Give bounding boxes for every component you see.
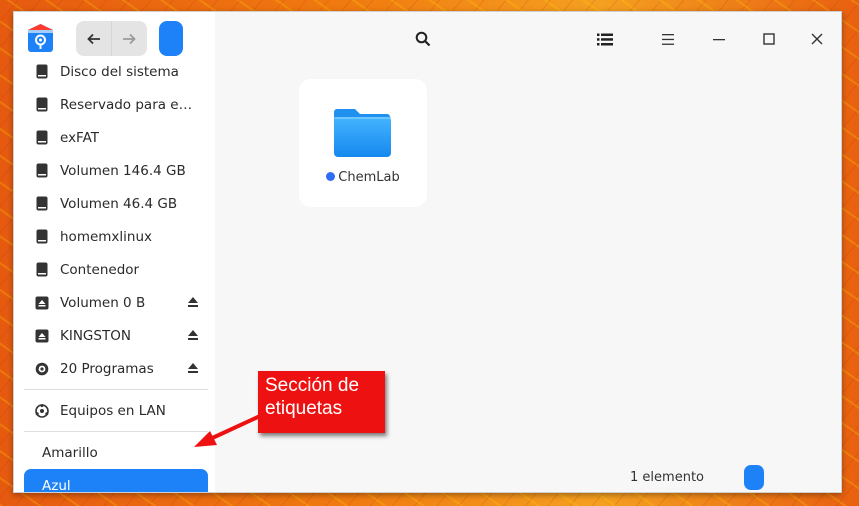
folder-icon <box>333 106 393 158</box>
drive-icon <box>34 196 50 212</box>
arrow-right-icon <box>123 33 136 44</box>
network-icon <box>34 403 50 419</box>
sidebar-item-label: KINGSTON <box>60 327 131 344</box>
sidebar-item-label: Disco del sistema <box>60 63 179 80</box>
sidebar-item-reserved[interactable]: Reservado para el sistema <box>24 88 208 121</box>
sidebar-item-kingston[interactable]: KINGSTON <box>24 319 208 352</box>
search-button[interactable] <box>412 28 434 50</box>
annotation-arrow-icon <box>194 414 261 447</box>
location-button[interactable] <box>159 21 183 56</box>
sidebar-divider <box>24 389 208 390</box>
hamburger-menu-icon <box>662 33 674 45</box>
close-button[interactable] <box>806 28 828 50</box>
close-icon <box>811 33 823 45</box>
file-manager-icon <box>26 22 55 53</box>
sidebar-item-volume-146[interactable]: Volumen 146.4 GB <box>24 154 208 187</box>
sidebar-item-label: Contenedor <box>60 261 140 278</box>
eject-icon[interactable] <box>186 328 200 342</box>
sidebar-item-20-programas[interactable]: 20 Programas <box>24 352 208 385</box>
navigation-buttons <box>76 21 147 56</box>
removable-drive-icon <box>34 328 50 344</box>
sidebar-item-label: Reservado para el sistema <box>60 96 195 113</box>
maximize-icon <box>763 33 775 45</box>
drive-icon <box>34 130 50 146</box>
eject-icon[interactable] <box>186 295 200 309</box>
titlebar <box>14 12 841 64</box>
drive-icon <box>34 163 50 179</box>
back-button[interactable] <box>76 21 111 56</box>
sidebar-divider <box>24 431 208 432</box>
optical-disc-icon <box>34 361 50 377</box>
sidebar-item-homemxlinux[interactable]: homemxlinux <box>24 220 208 253</box>
drive-icon <box>34 262 50 278</box>
removable-drive-icon <box>34 295 50 311</box>
sidebar-list: Disco del sistema Reservado para el sist… <box>24 55 208 493</box>
drive-icon <box>34 229 50 245</box>
tag-dot-icon <box>326 172 336 181</box>
sidebar-tag-azul[interactable]: Azul <box>24 469 208 493</box>
arrow-left-icon <box>86 33 100 44</box>
minimize-icon <box>713 39 725 41</box>
folder-item[interactable]: ChemLab <box>299 79 427 207</box>
drive-icon <box>34 64 50 80</box>
sidebar-tag-label: Amarillo <box>42 444 98 461</box>
sidebar-item-lan[interactable]: Equipos en LAN <box>24 394 208 427</box>
status-text: 1 elemento <box>630 470 704 485</box>
annotation-callout: Sección de etiquetas <box>258 371 385 433</box>
list-view-icon <box>597 33 613 45</box>
menu-button[interactable] <box>657 28 679 50</box>
forward-button[interactable] <box>111 21 146 56</box>
eject-icon[interactable] <box>186 361 200 375</box>
status-indicator <box>744 465 764 490</box>
file-manager-window: Disco del sistema Reservado para el sist… <box>13 11 842 493</box>
sidebar-item-label: Volumen 46.4 GB <box>60 195 178 212</box>
sidebar-tag-label: Azul <box>42 477 71 493</box>
sidebar: Disco del sistema Reservado para el sist… <box>14 12 215 492</box>
folder-name: ChemLab <box>299 170 427 185</box>
sidebar-item-label: Equipos en LAN <box>60 402 166 419</box>
maximize-button[interactable] <box>758 28 780 50</box>
list-view-button[interactable] <box>594 28 616 50</box>
sidebar-item-exfat[interactable]: exFAT <box>24 121 208 154</box>
search-icon <box>415 31 431 47</box>
sidebar-item-volume-0[interactable]: Volumen 0 B <box>24 286 208 319</box>
sidebar-item-label: Volumen 0 B <box>60 294 146 311</box>
minimize-button[interactable] <box>708 28 730 50</box>
folder-name-text: ChemLab <box>338 170 400 185</box>
drive-icon <box>34 97 50 113</box>
sidebar-item-label: 20 Programas <box>60 360 154 377</box>
sidebar-item-label: homemxlinux <box>60 228 153 245</box>
sidebar-item-label: Volumen 146.4 GB <box>60 162 186 179</box>
sidebar-item-volume-46[interactable]: Volumen 46.4 GB <box>24 187 208 220</box>
sidebar-item-contenedor[interactable]: Contenedor <box>24 253 208 286</box>
sidebar-item-label: exFAT <box>60 129 100 146</box>
sidebar-tag-amarillo[interactable]: Amarillo <box>24 436 208 469</box>
